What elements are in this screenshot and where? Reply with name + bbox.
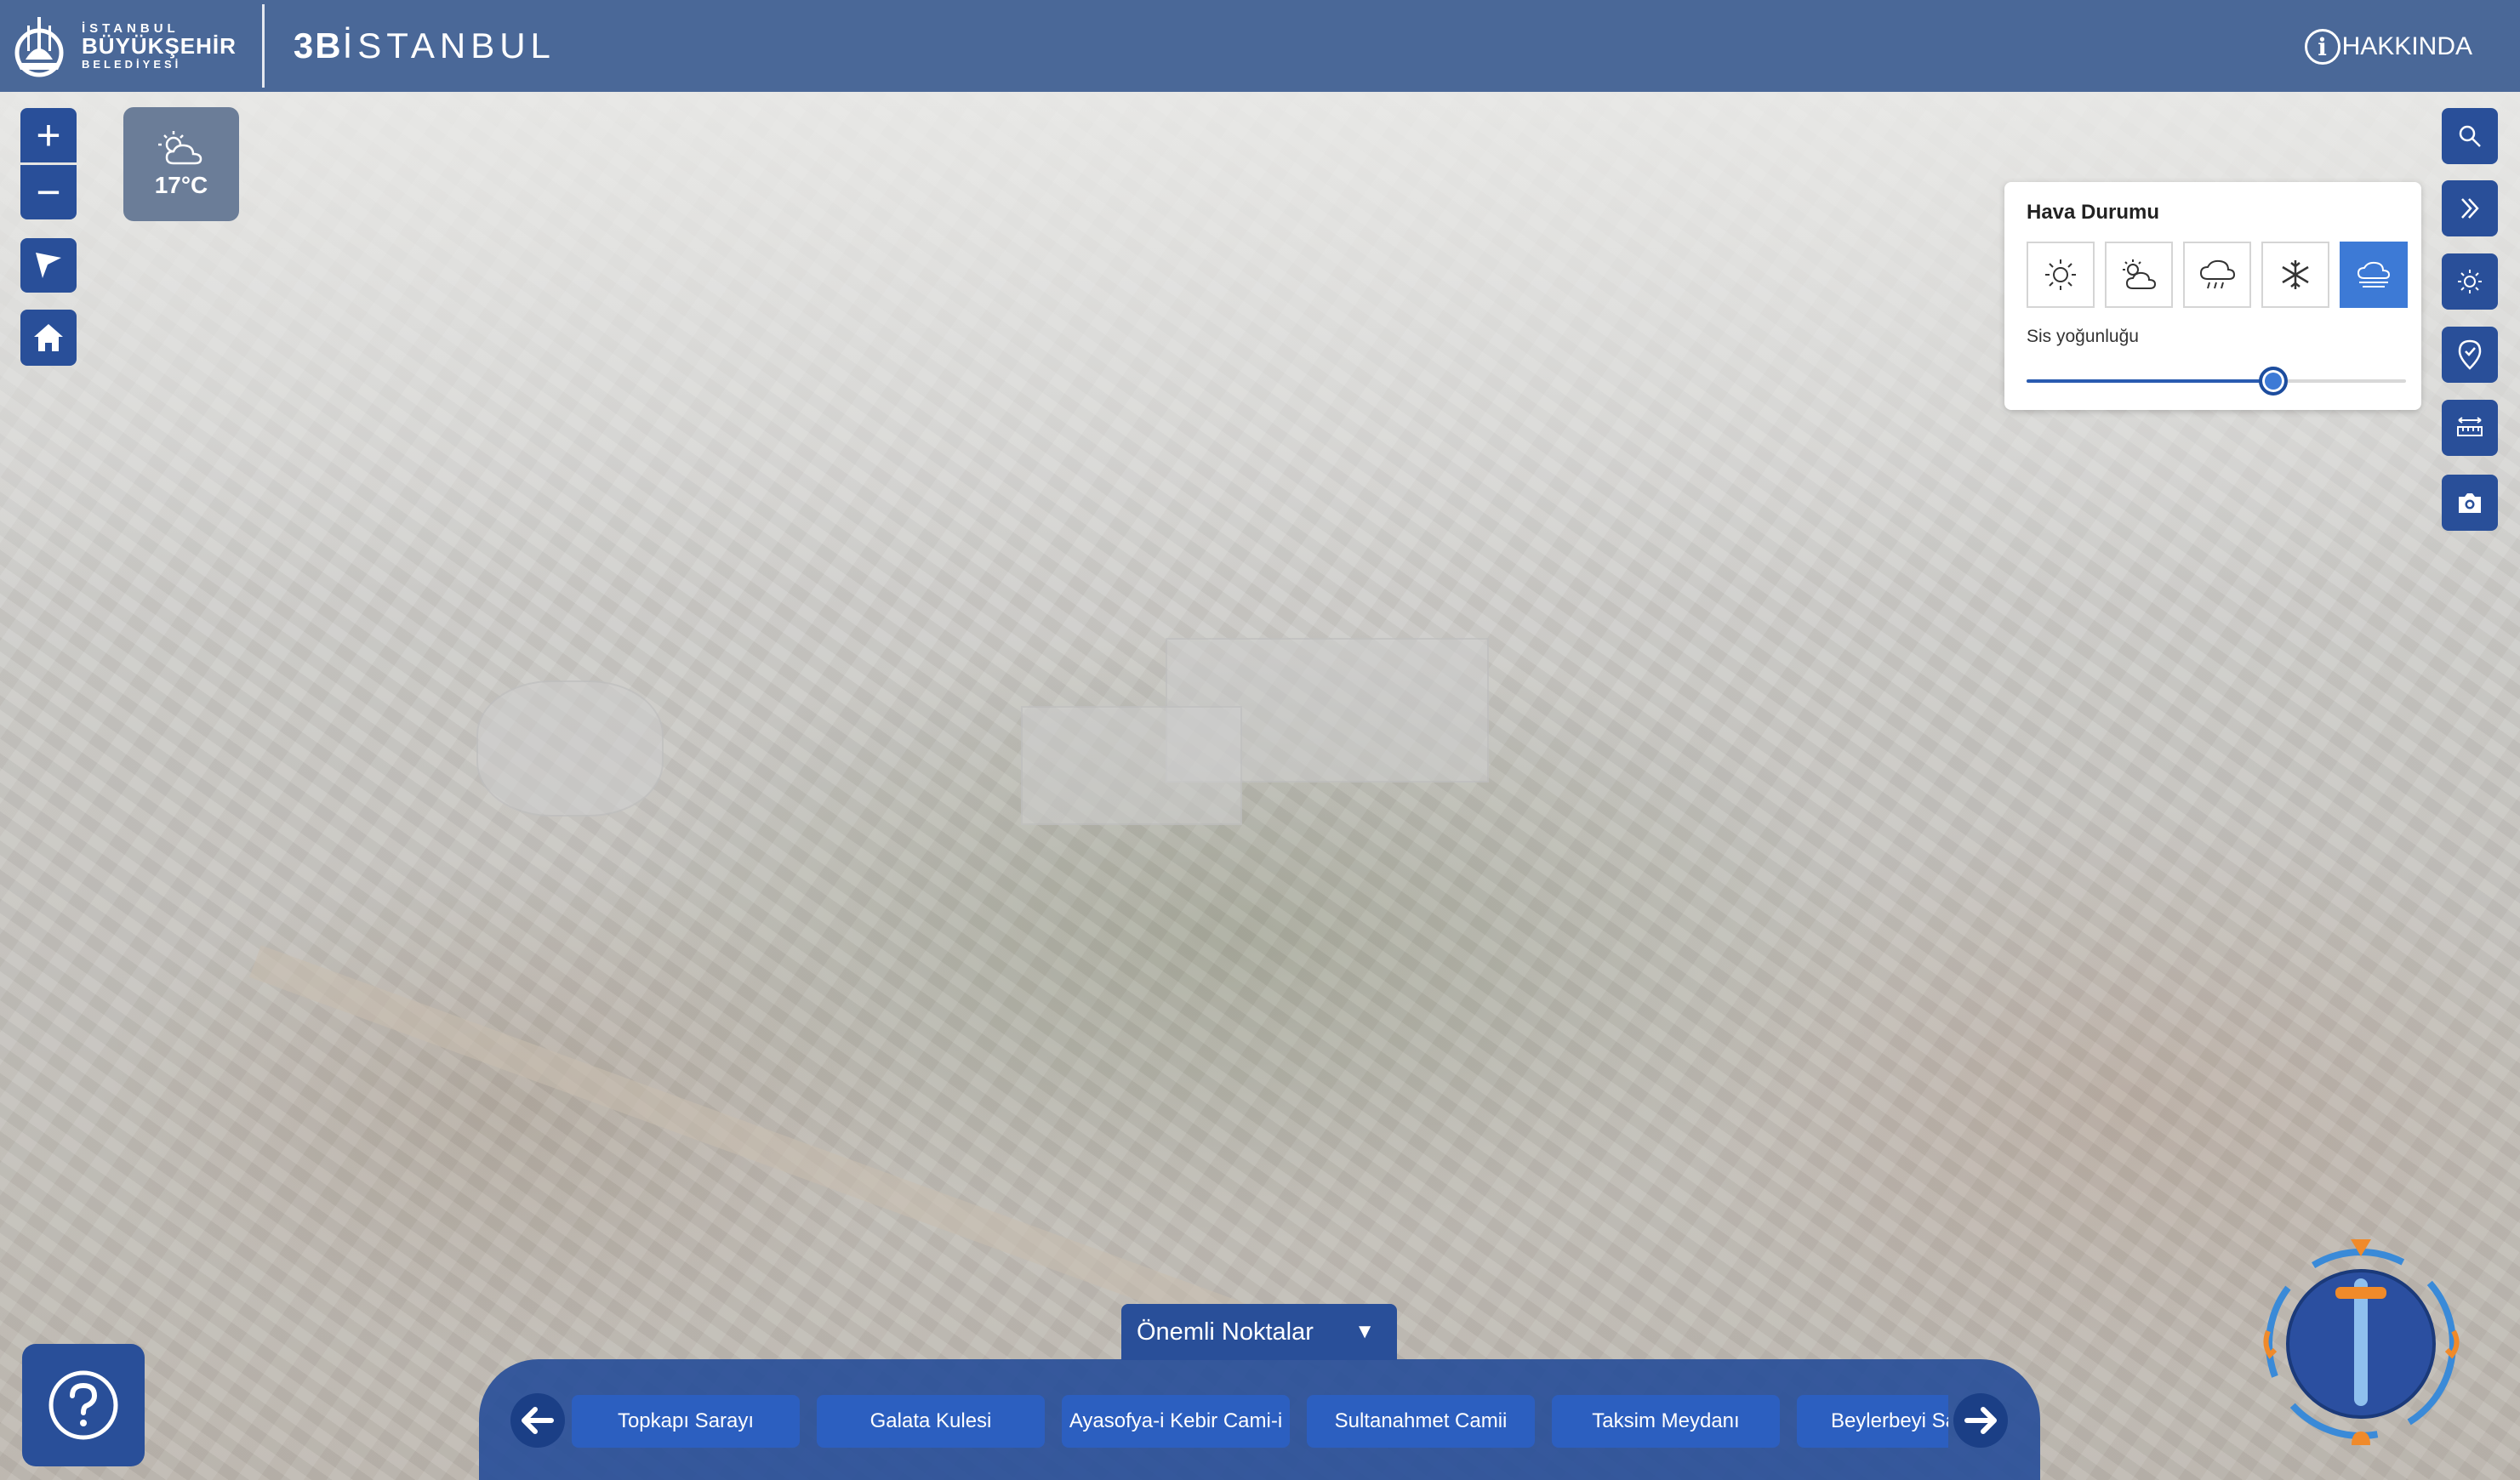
logo-line-2: BÜYÜKŞEHİR <box>82 33 237 60</box>
measure-button[interactable] <box>2442 400 2498 456</box>
slider-thumb[interactable] <box>2258 367 2288 396</box>
weather-panel: Hava Durumu Sis yoğunluğu <box>2004 182 2421 410</box>
app-title-bold: 3B <box>293 26 343 65</box>
weather-badge[interactable]: 17°C <box>123 107 239 221</box>
help-button[interactable] <box>22 1344 145 1466</box>
partly-cloudy-icon <box>2123 259 2157 289</box>
navigation-arrow-icon <box>36 253 61 278</box>
weather-button[interactable] <box>2442 253 2498 310</box>
poi-item[interactable]: Ayasofya-i Kebir Cami-i <box>1062 1395 1290 1448</box>
fog-density-label: Sis yoğunluğu <box>2027 327 2139 346</box>
poi-item[interactable]: Taksim Meydanı <box>1552 1395 1780 1448</box>
location-button[interactable] <box>2442 327 2498 383</box>
slider-fill <box>2027 379 2273 383</box>
poi-item[interactable]: Beylerbeyi Sarayı <box>1797 1395 1948 1448</box>
plus-icon: + <box>36 111 61 159</box>
temperature-label: 17°C <box>154 172 208 198</box>
logo-text: İSTANBUL BÜYÜKŞEHİR BELEDİYESİ <box>82 21 237 71</box>
rain-icon <box>2199 259 2236 289</box>
compass-control[interactable] <box>2263 1238 2484 1450</box>
sun-icon <box>2458 270 2482 293</box>
poi-list: Topkapı Sarayı Galata Kulesi Ayasofya-i Ke… <box>572 1395 1948 1448</box>
weather-option-sunny[interactable] <box>2027 242 2095 308</box>
map-building <box>1021 706 1242 825</box>
info-icon: i <box>2304 29 2340 65</box>
zoom-out-button[interactable]: − <box>20 165 77 219</box>
poi-prev-button[interactable] <box>510 1393 565 1448</box>
partly-cloudy-icon <box>158 131 202 165</box>
location-pin-icon <box>2458 339 2482 370</box>
logo-line-3: BELEDİYESİ <box>82 57 182 71</box>
poi-tab-label: Önemli Noktalar <box>1137 1318 1314 1346</box>
about-label: HAKKINDA <box>2341 32 2472 60</box>
camera-icon <box>2459 493 2481 513</box>
minus-icon: − <box>36 168 61 216</box>
double-chevron-icon <box>2461 198 2479 219</box>
header-divider <box>261 4 265 88</box>
measure-icon <box>2457 417 2483 436</box>
home-button[interactable] <box>20 310 77 366</box>
ibb-logo[interactable]: İSTANBUL BÜYÜKŞEHİR BELEDİYESİ <box>9 0 237 92</box>
sun-icon <box>2045 259 2076 290</box>
weather-panel-title: Hava Durumu <box>2027 201 2160 224</box>
poi-toggle[interactable]: Önemli Noktalar ▼ <box>1121 1304 1397 1360</box>
zoom-in-button[interactable]: + <box>20 108 77 162</box>
fog-density-slider[interactable] <box>2027 367 2406 396</box>
search-button[interactable] <box>2442 108 2498 164</box>
arrow-left-icon <box>522 1407 554 1434</box>
about-button[interactable]: i HAKKINDA <box>2304 29 2472 65</box>
weather-options <box>2027 242 2408 308</box>
poi-item[interactable]: Sultanahmet Camii <box>1307 1395 1535 1448</box>
arrow-right-icon <box>1964 1407 1997 1434</box>
weather-option-fog[interactable] <box>2340 242 2408 308</box>
home-icon <box>34 324 63 351</box>
app-title: 3BİSTANBUL <box>294 26 556 66</box>
poi-next-button[interactable] <box>1953 1393 2008 1448</box>
triangle-down-icon: ▼ <box>1354 1320 1375 1343</box>
app-title-rest: İSTANBUL <box>342 26 556 65</box>
weather-option-snow[interactable] <box>2261 242 2329 308</box>
locate-button[interactable] <box>20 238 77 293</box>
screenshot-button[interactable] <box>2442 475 2498 531</box>
weather-option-rain[interactable] <box>2183 242 2251 308</box>
search-icon <box>2459 125 2481 147</box>
poi-item[interactable]: Topkapı Sarayı <box>572 1395 800 1448</box>
weather-option-partly-cloudy[interactable] <box>2105 242 2173 308</box>
ibb-emblem-icon <box>14 17 64 77</box>
question-icon <box>48 1370 118 1440</box>
compass-icon <box>2263 1239 2460 1445</box>
map-mosque <box>476 680 664 817</box>
expand-panel-button[interactable] <box>2442 180 2498 236</box>
snowflake-icon <box>2282 260 2309 289</box>
poi-item[interactable]: Galata Kulesi <box>817 1395 1045 1448</box>
top-header: İSTANBUL BÜYÜKŞEHİR BELEDİYESİ 3BİSTANBU… <box>0 0 2520 92</box>
fog-icon <box>2357 261 2391 287</box>
